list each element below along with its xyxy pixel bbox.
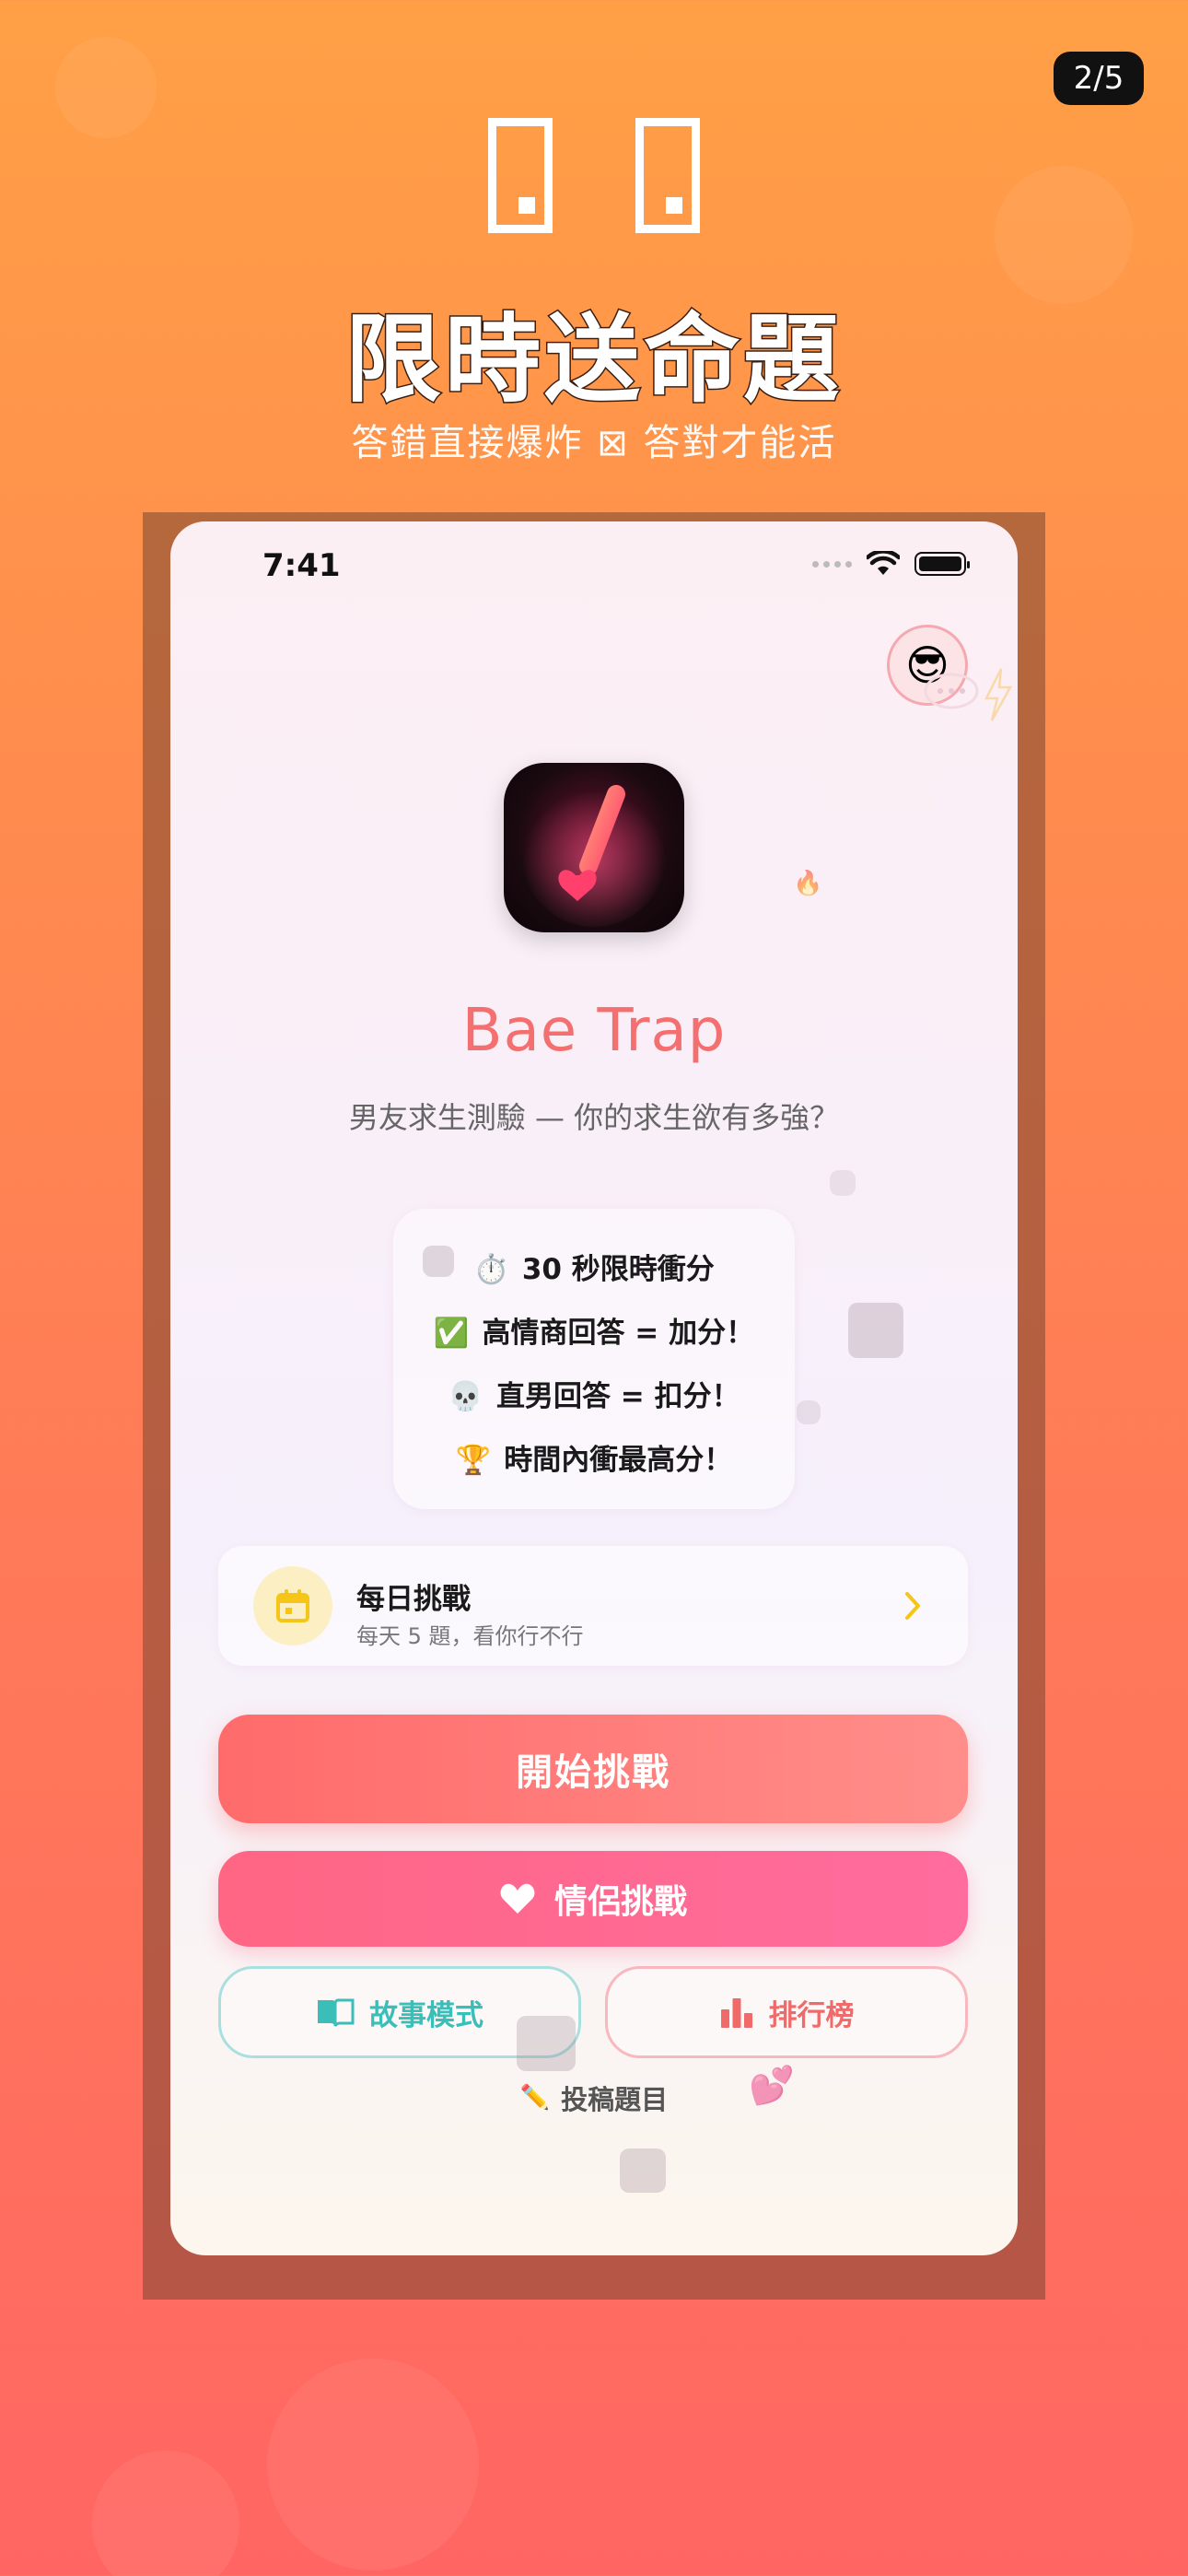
rule-item: ⏱️ 30 秒限時衝分 bbox=[170, 1246, 1018, 1287]
skull-icon: 💀 bbox=[448, 1380, 484, 1413]
battery-icon bbox=[914, 552, 970, 576]
leaderboard-button[interactable]: 排行榜 bbox=[605, 1966, 968, 2058]
page-indicator: 2/5 bbox=[1054, 52, 1144, 105]
story-mode-label: 故事模式 bbox=[369, 1998, 483, 2032]
bar-chart-icon bbox=[720, 1998, 752, 2028]
rule-text: 時間內衝最高分！ bbox=[504, 1444, 733, 1477]
chevron-right-icon bbox=[905, 1592, 920, 1620]
book-icon bbox=[318, 1998, 355, 2027]
heart-icon bbox=[500, 1883, 535, 1914]
trophy-icon: 🏆 bbox=[455, 1444, 492, 1477]
lightning-icon bbox=[984, 668, 1013, 721]
rule-item: 🏆 時間內衝最高分！ bbox=[170, 1436, 1018, 1478]
start-challenge-button[interactable]: 開始挑戰 bbox=[218, 1715, 968, 1823]
missing-glyph-icon bbox=[488, 118, 553, 233]
phone-screen: 7:41 😎 🔥 Bae Trap 男友求生測驗 — 你的求生欲有多強？ ⏱️ … bbox=[170, 521, 1018, 2255]
wifi-icon bbox=[867, 551, 900, 575]
floating-tile bbox=[620, 2149, 666, 2193]
app-name: Bae Trap bbox=[461, 997, 727, 1065]
hero-icons bbox=[0, 118, 1188, 233]
exclamation-heart-icon bbox=[522, 783, 666, 927]
floating-tile bbox=[830, 1170, 856, 1196]
rule-item: 💀 直男回答 = 扣分！ bbox=[170, 1373, 1018, 1414]
hero-subtitle: 答錯直接爆炸 ⊠ 答對才能活 bbox=[351, 422, 837, 464]
fire-icon: 🔥 bbox=[793, 870, 823, 897]
daily-challenge-title: 每日挑戰 bbox=[356, 1583, 471, 1616]
status-icons bbox=[812, 551, 970, 577]
hearts-icon: 💕 bbox=[749, 2065, 795, 2107]
rule-text: 30 秒限時衝分 bbox=[521, 1253, 715, 1286]
start-challenge-label: 開始挑戰 bbox=[516, 1751, 670, 1794]
floating-tile bbox=[797, 1400, 821, 1424]
submit-question-label: 投稿題目 bbox=[561, 2084, 669, 2115]
app-tagline: 男友求生測驗 — 你的求生欲有多強？ bbox=[348, 1100, 840, 1135]
missing-glyph-icon bbox=[635, 118, 700, 233]
chat-bubble-icon bbox=[924, 673, 979, 709]
background-bubble bbox=[267, 2359, 479, 2570]
check-icon: ✅ bbox=[433, 1317, 470, 1350]
daily-challenge-subtitle: 每天 5 題，看你行不行 bbox=[356, 1623, 584, 1649]
couple-challenge-label: 情侶挑戰 bbox=[553, 1883, 687, 1921]
status-time: 7:41 bbox=[262, 547, 341, 584]
stopwatch-icon: ⏱️ bbox=[473, 1253, 509, 1286]
rule-text: 直男回答 = 扣分！ bbox=[496, 1380, 740, 1413]
pencil-icon: ✏️ bbox=[519, 2084, 551, 2112]
rule-text: 高情商回答 = 加分！ bbox=[482, 1317, 755, 1350]
daily-challenge-card[interactable]: 每日挑戰 每天 5 題，看你行不行 bbox=[218, 1546, 968, 1666]
leaderboard-label: 排行榜 bbox=[768, 1998, 855, 2032]
background-bubble bbox=[92, 2451, 239, 2576]
submit-question-link[interactable]: ✏️ 投稿題目 bbox=[170, 2078, 1018, 2117]
floating-tile bbox=[848, 1303, 903, 1358]
floating-tile bbox=[423, 1246, 454, 1277]
couple-challenge-button[interactable]: 情侶挑戰 bbox=[218, 1851, 968, 1947]
signal-icon bbox=[812, 560, 852, 568]
hero-title: 限時送命題 bbox=[344, 302, 843, 417]
floating-tile bbox=[517, 2016, 576, 2071]
calendar-icon bbox=[253, 1566, 332, 1645]
app-logo bbox=[504, 763, 684, 932]
